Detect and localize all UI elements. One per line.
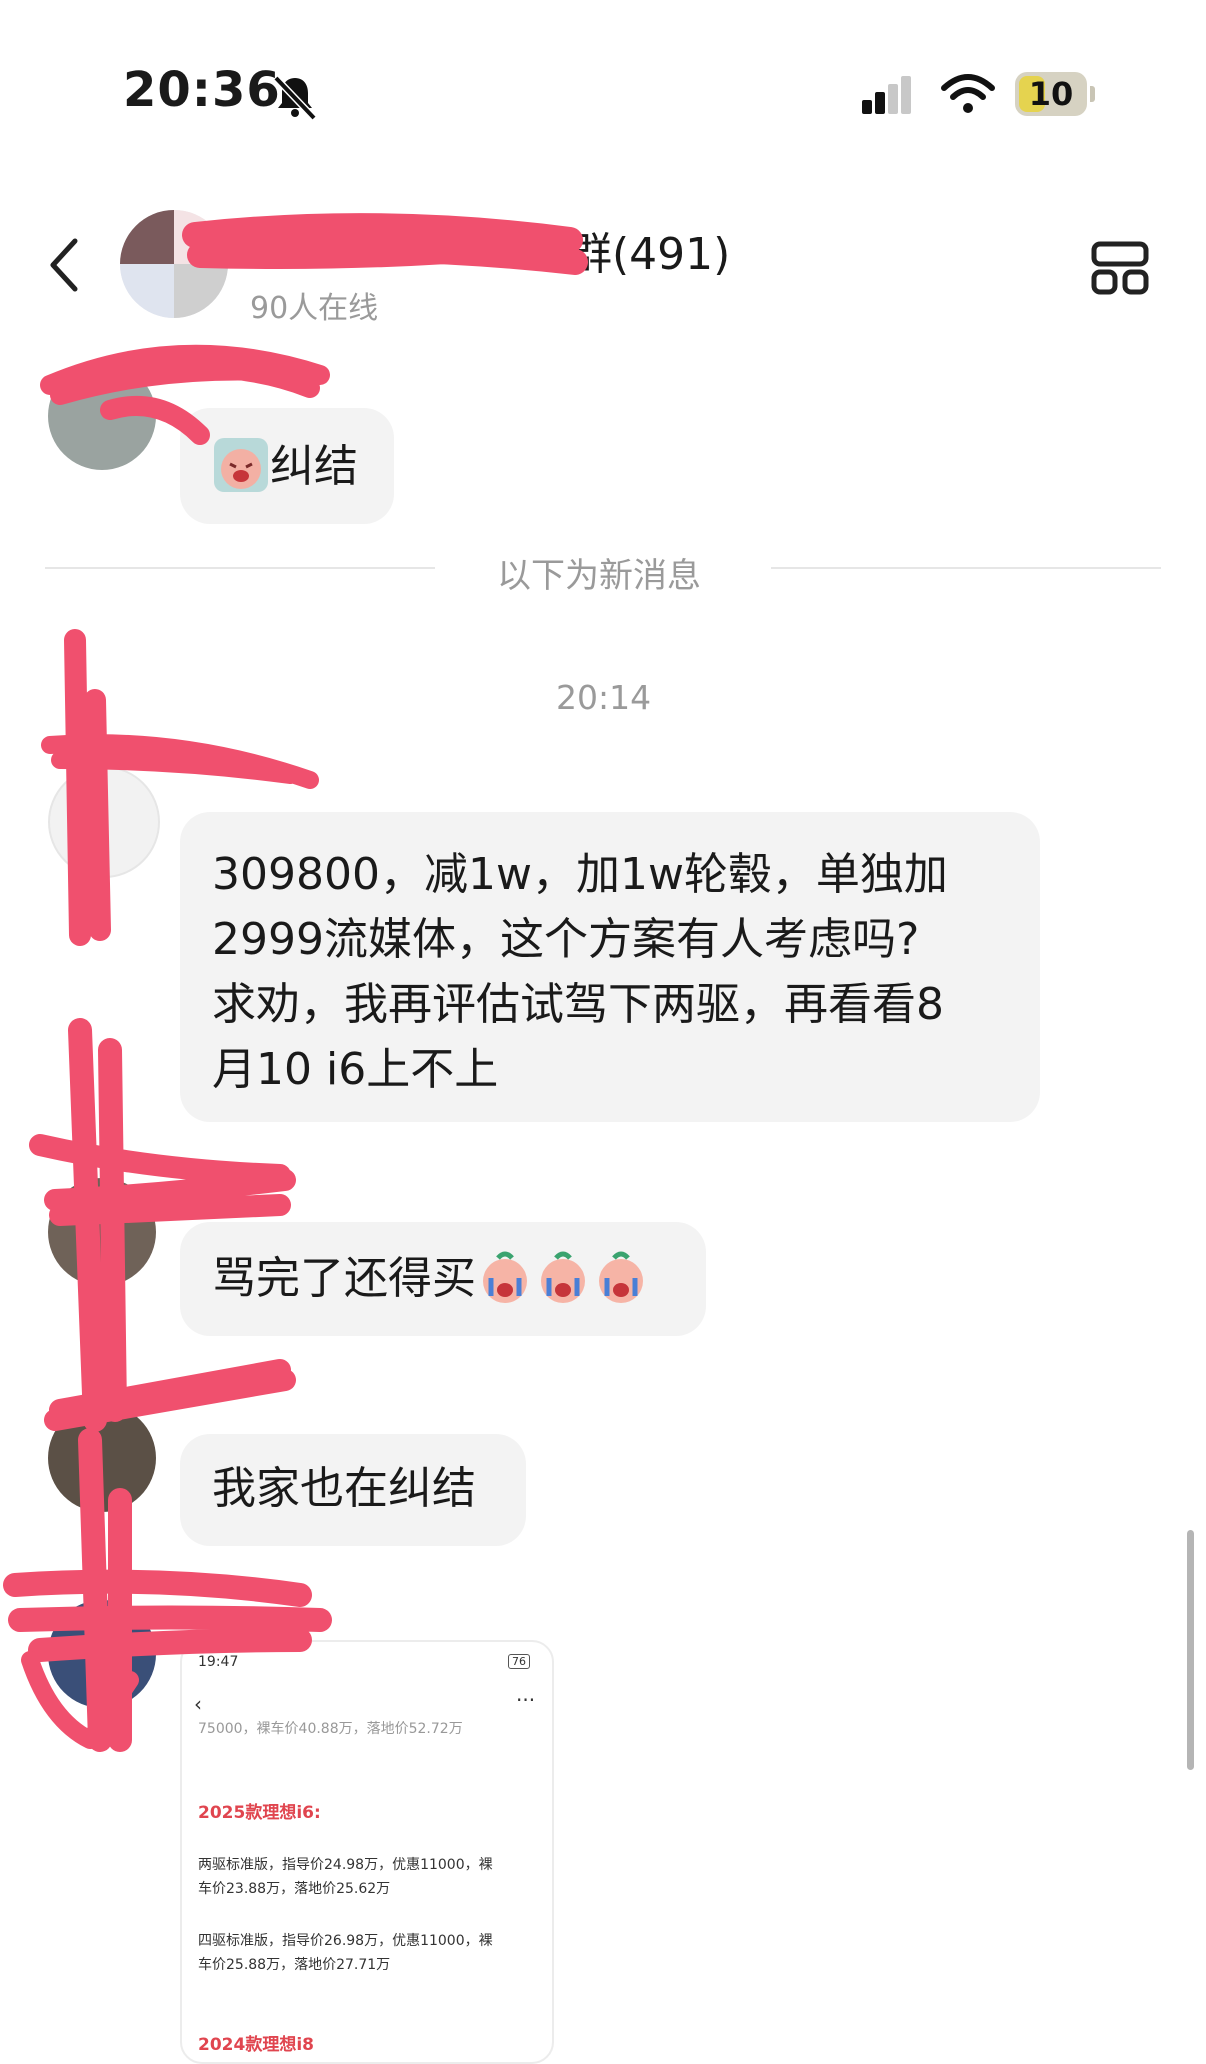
message-bubble: 纠结 — [180, 408, 394, 524]
image-text: 四驱标准版，指导价26.98万，优惠11000，裸 — [198, 1933, 493, 1949]
battery-icon: 10 — [1015, 72, 1087, 116]
image-cut-line: 75000，裸车价40.88万，落地价52.72万 — [198, 1721, 463, 1737]
image-more-icon: ··· — [516, 1688, 536, 1712]
message-line: 2999流媒体，这个方案有人考虑吗? — [212, 914, 920, 965]
image-status-time: 19:47 — [198, 1654, 239, 1670]
message-timestamp: 20:14 — [556, 678, 652, 717]
divider-line-left — [45, 567, 435, 569]
crying-peach-emoji — [214, 438, 268, 492]
cellular-signal-icon — [862, 74, 912, 114]
image-message[interactable]: 19:47 76 ‹ ··· 75000，裸车价40.88万，落地价52.72万… — [180, 1640, 554, 2064]
image-text: 车价23.88万，落地价25.62万 — [198, 1881, 391, 1897]
avatar[interactable] — [48, 766, 160, 878]
crying-peach-emoji — [483, 1251, 527, 1303]
message-line: 月10 i6上不上 — [212, 1044, 499, 1095]
status-time: 20:36 — [123, 62, 281, 118]
bell-slash-icon — [273, 75, 317, 121]
online-count: 90人在线 — [250, 291, 379, 326]
image-text: 两驱标准版，指导价24.98万，优惠11000，裸 — [198, 1857, 493, 1873]
chevron-left-icon[interactable] — [45, 235, 85, 295]
chat-title: 1群(491) — [250, 218, 730, 282]
image-battery: 76 — [508, 1654, 530, 1669]
avatar[interactable] — [48, 1178, 156, 1286]
crying-peach-emoji — [599, 1251, 643, 1303]
divider-line-right — [771, 567, 1161, 569]
new-messages-divider: 以下为新消息 — [497, 556, 701, 596]
message-text: 骂完了还得买 — [212, 1253, 476, 1304]
chat-title-suffix: 1群(491) — [540, 229, 731, 280]
image-heading: 2025款理想i6: — [198, 1803, 321, 1823]
avatar[interactable] — [48, 1404, 156, 1512]
battery-tip — [1090, 86, 1095, 102]
scrollbar[interactable] — [1187, 1530, 1194, 1770]
message-line: 求劝，我再评估试驾下两驱，再看看8 — [212, 979, 944, 1030]
message-bubble: 309800，减1w，加1w轮毂，单独加 2999流媒体，这个方案有人考虑吗? … — [180, 812, 1040, 1122]
avatar[interactable] — [48, 362, 156, 470]
group-avatar[interactable] — [120, 210, 228, 318]
message-text: 我家也在纠结 — [212, 1463, 476, 1514]
message-bubble: 我家也在纠结 — [180, 1434, 526, 1546]
battery-level: 10 — [1028, 75, 1074, 113]
grid-layout-icon[interactable] — [1090, 240, 1150, 296]
image-text: 车价25.88万，落地价27.71万 — [198, 1957, 391, 1973]
image-back-icon: ‹ — [194, 1692, 202, 1716]
image-footer-heading: 2024款理想i8 — [198, 2035, 314, 2055]
wifi-icon — [941, 74, 995, 113]
crying-peach-emoji — [541, 1251, 585, 1303]
avatar[interactable] — [48, 1600, 156, 1708]
message-line: 309800，减1w，加1w轮毂，单独加 — [212, 849, 948, 900]
message-bubble: 骂完了还得买 — [180, 1222, 706, 1336]
message-text: 纠结 — [270, 441, 358, 492]
